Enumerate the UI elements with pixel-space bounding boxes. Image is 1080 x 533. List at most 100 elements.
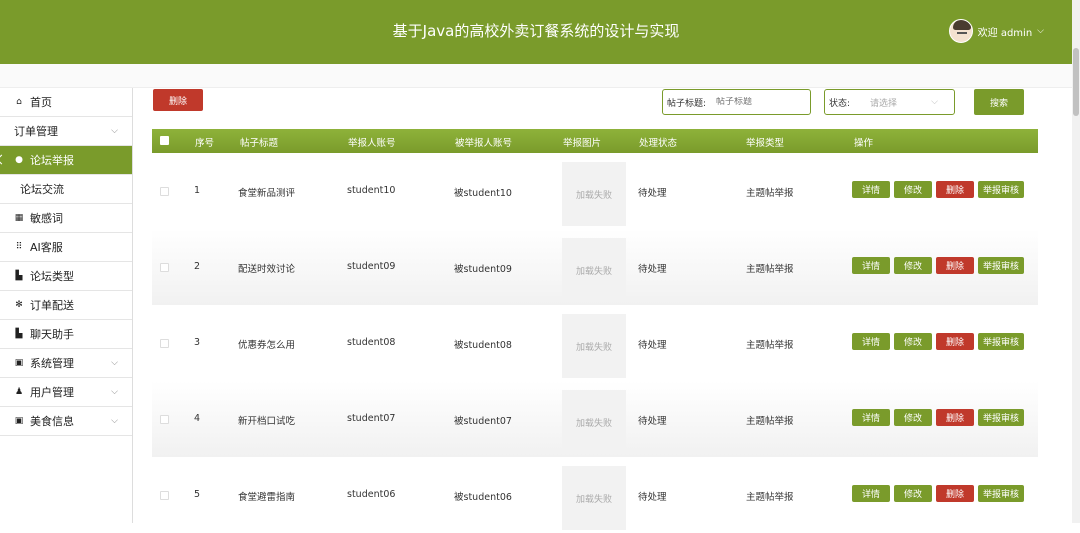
sidebar-item-3[interactable]: 论坛交流	[0, 175, 132, 204]
settings-icon: ✻	[15, 300, 23, 310]
edit-button[interactable]: 修改	[894, 485, 932, 502]
delete-button[interactable]: 删除	[936, 485, 974, 502]
row-no: 4	[194, 413, 201, 424]
review-report-button[interactable]: 举报审核	[978, 485, 1024, 502]
sidebar-item-label: 首页	[30, 96, 52, 109]
sidebar-item-9[interactable]: ▣ 系统管理 ⌵	[0, 349, 132, 378]
row-checkbox[interactable]	[160, 491, 169, 500]
header-reported: 被举报人账号	[455, 138, 513, 149]
review-report-button[interactable]: 举报审核	[978, 409, 1024, 426]
sidebar-item-4[interactable]: ▦ 敏感词	[0, 204, 132, 233]
row-reported: 被student10	[454, 188, 512, 199]
header-actions: 操作	[854, 138, 874, 149]
sidebar-item-label: 论坛交流	[20, 183, 64, 196]
status-filter[interactable]: 状态: 请选择 ⌵	[824, 89, 955, 115]
sidebar-item-2[interactable]: ● 论坛举报	[0, 146, 132, 175]
welcome-text[interactable]: 欢迎 admin	[978, 24, 1033, 39]
food-icon: ▣	[14, 416, 24, 426]
row-reporter: student06	[347, 489, 396, 500]
sidebar-item-label: 系统管理	[30, 357, 74, 370]
header-title: 帖子标题	[240, 138, 279, 149]
header-no: 序号	[195, 138, 215, 149]
row-checkbox[interactable]	[160, 187, 169, 196]
post-title-filter: 帖子标题:	[662, 89, 811, 115]
row-actions: 详情 修改 删除 举报审核	[852, 181, 1024, 198]
select-all-checkbox[interactable]	[160, 136, 169, 145]
search-button[interactable]: 搜索	[974, 89, 1024, 115]
row-no: 3	[194, 337, 201, 348]
table-row: 5 食堂避雷指南 student06 被student06 待处理 主题帖举报 加载失败 详情…	[152, 457, 1038, 533]
row-type: 主题帖举报	[746, 492, 794, 503]
scrollbar-thumb[interactable]	[1073, 48, 1079, 116]
sidebar-item-label: 敏感词	[30, 212, 63, 225]
post-title-input[interactable]	[716, 97, 787, 107]
sidebar-item-6[interactable]: ▙ 论坛类型	[0, 262, 132, 291]
row-no: 1	[194, 185, 201, 196]
row-type: 主题帖举报	[746, 340, 794, 351]
row-status: 待处理	[638, 416, 667, 427]
header-image: 举报图片	[563, 138, 602, 149]
row-reported: 被student06	[454, 492, 512, 503]
app-header: 基于Java的高校外卖订餐系统的设计与实现 欢迎 admin ⌵	[0, 0, 1072, 64]
row-checkbox[interactable]	[160, 263, 169, 272]
avatar[interactable]	[948, 19, 973, 43]
sidebar-item-8[interactable]: ▙ 聊天助手	[0, 320, 132, 349]
sidebar: ⌂ 首页订单管理 ⌵ ● 论坛举报论坛交流 ▦ 敏感词 ⠿ AI客服 ▙ 论坛类型 ✻ 订单配送 ▙ 聊天助…	[0, 88, 133, 523]
sidebar-item-1[interactable]: 订单管理 ⌵	[0, 117, 132, 146]
chevron-down-icon[interactable]: ⌵	[111, 416, 118, 426]
user-menu[interactable]: 欢迎 admin ⌵	[948, 19, 1044, 43]
system-icon: ▣	[14, 358, 24, 368]
delete-button[interactable]: 删除	[936, 181, 974, 198]
scrollbar[interactable]	[1072, 0, 1080, 523]
status-select[interactable]: 请选择	[870, 96, 897, 109]
app-title: 基于Java的高校外卖订餐系统的设计与实现	[392, 22, 680, 40]
report-image-placeholder: 加载失败	[562, 390, 626, 454]
delete-button[interactable]: 删除	[936, 409, 974, 426]
delete-button[interactable]: 删除	[936, 333, 974, 350]
report-image-placeholder: 加载失败	[562, 238, 626, 302]
review-report-button[interactable]: 举报审核	[978, 181, 1024, 198]
sidebar-item-5[interactable]: ⠿ AI客服	[0, 233, 132, 262]
row-checkbox[interactable]	[160, 415, 169, 424]
sidebar-item-label: 订单管理	[14, 125, 58, 138]
sidebar-item-7[interactable]: ✻ 订单配送	[0, 291, 132, 320]
row-title: 配送时效讨论	[238, 264, 296, 275]
row-reporter: student10	[347, 185, 396, 196]
chevron-down-icon[interactable]: ⌵	[111, 387, 118, 397]
edit-button[interactable]: 修改	[894, 181, 932, 198]
sidebar-item-label: 用户管理	[30, 386, 74, 399]
edit-button[interactable]: 修改	[894, 333, 932, 350]
chevron-down-icon[interactable]: ⌵	[1037, 26, 1044, 36]
table-row: 1 食堂新品测评 student10 被student10 待处理 主题帖举报 加载失败 详情…	[152, 153, 1038, 229]
sidebar-item-11[interactable]: ▣ 美食信息 ⌵	[0, 407, 132, 436]
detail-button[interactable]: 详情	[852, 333, 890, 350]
detail-button[interactable]: 详情	[852, 485, 890, 502]
detail-button[interactable]: 详情	[852, 257, 890, 274]
header-status: 处理状态	[639, 138, 678, 149]
batch-delete-button[interactable]: 删除	[153, 89, 203, 111]
sidebar-item-label: AI客服	[30, 241, 63, 254]
sidebar-item-10[interactable]: ♟ 用户管理 ⌵	[0, 378, 132, 407]
document-icon: ▙	[15, 271, 23, 281]
sub-header-bar	[0, 64, 1072, 88]
detail-button[interactable]: 详情	[852, 409, 890, 426]
row-no: 2	[194, 261, 201, 272]
chevron-down-icon[interactable]: ⌵	[931, 97, 938, 107]
table-row: 2 配送时效讨论 student09 被student09 待处理 主题帖举报 加载失败 详情…	[152, 229, 1038, 305]
row-type: 主题帖举报	[746, 264, 794, 275]
row-status: 待处理	[638, 188, 667, 199]
delete-button[interactable]: 删除	[936, 257, 974, 274]
header-reporter: 举报人账号	[348, 138, 396, 149]
table-header: 序号 帖子标题 举报人账号 被举报人账号 举报图片 处理状态 举报类型 操作	[152, 129, 1038, 153]
review-report-button[interactable]: 举报审核	[978, 333, 1024, 350]
edit-button[interactable]: 修改	[894, 409, 932, 426]
row-checkbox[interactable]	[160, 339, 169, 348]
chevron-down-icon[interactable]: ⌵	[111, 126, 118, 136]
sidebar-item-0[interactable]: ⌂ 首页	[0, 88, 132, 117]
chevron-down-icon[interactable]: ⌵	[111, 358, 118, 368]
review-report-button[interactable]: 举报审核	[978, 257, 1024, 274]
toolbar: 删除 帖子标题: 状态: 请选择 ⌵ 搜索	[133, 88, 1072, 128]
detail-button[interactable]: 详情	[852, 181, 890, 198]
row-reported: 被student09	[454, 264, 512, 275]
edit-button[interactable]: 修改	[894, 257, 932, 274]
